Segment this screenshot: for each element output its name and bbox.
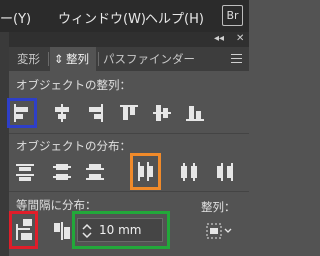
distribute-vertical-center-icon — [53, 164, 71, 180]
tab-divider — [48, 52, 49, 66]
panel-menu-icon[interactable] — [231, 54, 242, 63]
align-to-dropdown[interactable] — [203, 219, 237, 243]
align-vertical-center-button[interactable] — [150, 101, 174, 125]
spacing-field-highlight: 10 mm — [72, 211, 170, 249]
distribute-horizontal-center-icon — [181, 163, 197, 181]
align-horizontal-center-button[interactable] — [50, 101, 74, 125]
tab-align-label: 整列 — [66, 52, 89, 66]
distribute-bottom-icon — [86, 164, 104, 180]
align-top-icon — [120, 105, 138, 120]
distribute-top-icon — [16, 164, 34, 181]
distribute-bottom-button[interactable] — [83, 160, 107, 184]
distribute-right-button[interactable] — [213, 160, 237, 184]
distribute-left-icon — [138, 162, 153, 181]
menu-item-partial[interactable]: ー(Y) — [0, 8, 31, 27]
distribute-right-icon — [217, 163, 233, 181]
align-panel: 変形 ⇕ 整列 パスファインダー オブジェクトの整列： オブジェクトの分布： 等… — [7, 47, 249, 256]
spacing-value: 10 mm — [99, 223, 142, 237]
align-objects-title: オブジェクトの整列： — [16, 78, 131, 92]
section-divider — [9, 191, 249, 192]
align-top-button[interactable] — [117, 101, 141, 125]
horizontal-distribute-space-icon — [54, 222, 70, 240]
menu-bar: ー(Y) ウィンドウ(W) ヘルプ(H) Br — [0, 0, 249, 32]
bridge-badge-button[interactable]: Br — [222, 5, 243, 26]
align-bottom-icon — [186, 106, 204, 121]
tab-transform[interactable]: 変形 — [17, 47, 40, 71]
vertical-distribute-space-icon — [16, 219, 32, 240]
distribute-horizontal-center-button[interactable] — [177, 160, 201, 184]
align-to-title: 整列： — [201, 200, 236, 214]
align-left-icon — [14, 104, 28, 122]
align-bottom-button[interactable] — [183, 101, 207, 125]
distribute-vertical-center-button[interactable] — [50, 160, 74, 184]
align-horizontal-center-icon — [55, 104, 69, 122]
tab-pathfinder[interactable]: パスファインダー — [103, 47, 195, 71]
stepper-arrows-icon[interactable] — [81, 223, 93, 239]
left-edge — [0, 32, 9, 256]
panel-header-strip: ◂◂ ✕ — [9, 32, 249, 47]
distribute-objects-title: オブジェクトの分布： — [16, 139, 131, 153]
menu-item-window[interactable]: ウィンドウ(W) — [58, 8, 146, 27]
align-right-icon — [89, 104, 103, 122]
tab-expand-icon: ⇕ — [54, 52, 64, 66]
section-divider — [9, 133, 249, 134]
vertical-distribute-space-button[interactable] — [9, 211, 38, 249]
distribute-top-button[interactable] — [13, 160, 37, 184]
collapse-icon[interactable]: ◂◂ — [214, 33, 224, 44]
spacing-input[interactable]: 10 mm — [77, 218, 163, 242]
align-left-button[interactable] — [7, 98, 37, 128]
tab-align[interactable]: ⇕ 整列 — [50, 47, 96, 71]
align-right-button[interactable] — [83, 101, 107, 125]
menu-item-help[interactable]: ヘルプ(H) — [145, 8, 204, 27]
align-to-selection-icon — [206, 223, 232, 239]
panel-tabs: 変形 ⇕ 整列 パスファインダー — [9, 47, 249, 71]
horizontal-distribute-space-button[interactable] — [50, 219, 74, 243]
align-vertical-center-icon — [153, 105, 171, 121]
distribute-left-button[interactable] — [130, 153, 161, 190]
close-icon[interactable]: ✕ — [236, 33, 244, 44]
tab-divider — [98, 52, 99, 66]
